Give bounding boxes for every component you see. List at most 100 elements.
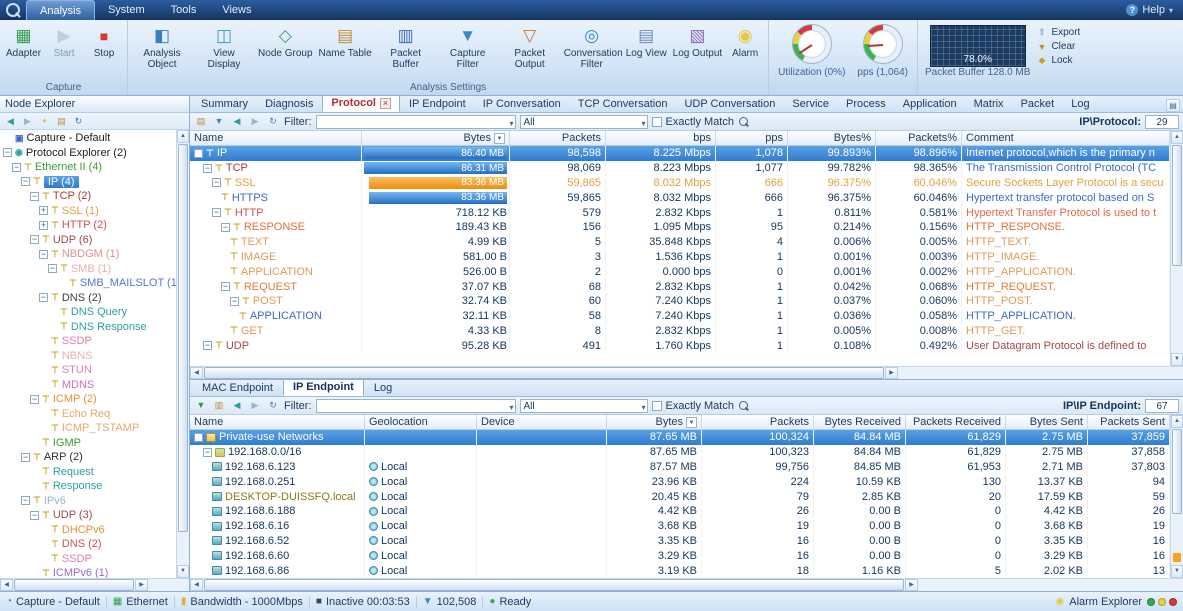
tree-item-dns-2[interactable]: −⊤DNS (2) <box>0 291 176 306</box>
forward-icon[interactable]: ▶ <box>248 399 262 412</box>
protocol-row-get[interactable]: ⊤GET4.33 KB82.832 Kbps10.005%0.008%HTTP_… <box>190 324 1170 339</box>
tree-item-icmp-tstamp[interactable]: ⊤ICMP_TSTAMP <box>0 421 176 436</box>
ribbon-button-adapter[interactable]: ▦Adapter <box>3 22 44 60</box>
ribbon-button-name-table[interactable]: ▤Name Table <box>316 22 375 60</box>
endpoint-vscrollbar[interactable] <box>1170 415 1183 578</box>
scroll-right-icon[interactable] <box>905 579 918 591</box>
collapse-icon[interactable]: − <box>194 433 203 442</box>
endpoint-row-192-168-6-86[interactable]: 192.168.6.86Local3.19 KB181.16 KB52.02 K… <box>190 563 1170 578</box>
collapse-icon[interactable]: − <box>21 177 30 186</box>
add-group-icon[interactable]: + <box>38 115 51 127</box>
refresh-icon[interactable]: ↻ <box>72 115 85 127</box>
tree-item-icmpv6-1[interactable]: ⊤ICMPv6 (1) <box>0 566 176 578</box>
tab-log[interactable]: Log <box>1063 97 1097 112</box>
endpoint-row-192-168-6-16[interactable]: 192.168.6.16Local3.68 KB190.00 B03.68 KB… <box>190 519 1170 534</box>
exactly-match-checkbox[interactable] <box>652 117 662 127</box>
endpoint-column-bytes-sent[interactable]: Bytes Sent <box>1006 415 1088 429</box>
endpoint-row-192-168-6-60[interactable]: 192.168.6.60Local3.29 KB160.00 B03.29 KB… <box>190 548 1170 563</box>
tree-item-ethernet-ii-4[interactable]: −⊤Ethernet II (4) <box>0 160 176 175</box>
collapse-icon[interactable]: − <box>30 511 39 520</box>
tab-udp-conversation[interactable]: UDP Conversation <box>676 97 783 112</box>
exactly-match-checkbox[interactable] <box>652 401 662 411</box>
endpoint-scroll-thumb[interactable] <box>1172 429 1182 514</box>
protocol-row-response[interactable]: −⊤RESPONSE189.43 KB1561.095 Mbps950.214%… <box>190 220 1170 235</box>
expand-icon[interactable]: + <box>39 221 48 230</box>
tab-tcp-conversation[interactable]: TCP Conversation <box>570 97 676 112</box>
protocol-column-bytes[interactable]: Bytes <box>362 131 510 145</box>
protocol-column-packets[interactable]: Packets <box>510 131 606 145</box>
endpoint-row-desktop-duissfq-local[interactable]: DESKTOP-DUISSFQ.localLocal20.45 KB792.85… <box>190 489 1170 504</box>
tab-ip-conversation[interactable]: IP Conversation <box>475 97 569 112</box>
tree-item-ssdp[interactable]: ⊤SSDP <box>0 552 176 567</box>
protocol-row-text[interactable]: ⊤TEXT4.99 KB535.848 Kbps40.006%0.005%HTT… <box>190 235 1170 250</box>
tree-item-udp-3[interactable]: −⊤UDP (3) <box>0 508 176 523</box>
ribbon-button-lock[interactable]: ◆Lock <box>1036 55 1080 66</box>
endpoint-hscrollbar[interactable] <box>190 578 1183 591</box>
protocol-row-image[interactable]: ⊤IMAGE581.00 B31.536 Kbps10.001%0.003%HT… <box>190 250 1170 265</box>
tab-list-icon[interactable] <box>1166 99 1180 112</box>
protocol-row-ssl[interactable]: −⊤SSL83.36 MB59,8658.032 Mbps66696.375%6… <box>190 176 1170 191</box>
tree-item-arp-2[interactable]: −⊤ARP (2) <box>0 450 176 465</box>
tree-item-smb-1[interactable]: −⊤SMB (1) <box>0 262 176 277</box>
scroll-down-icon[interactable] <box>1171 565 1183 578</box>
menu-tab-views[interactable]: Views <box>209 0 264 20</box>
endpoint-row-192-168-6-52[interactable]: 192.168.6.52Local3.35 KB160.00 B03.35 KB… <box>190 534 1170 549</box>
ribbon-button-analysis-object[interactable]: ◧Analysis Object <box>131 22 193 70</box>
collapse-icon[interactable]: − <box>3 148 12 157</box>
collapse-icon[interactable]: − <box>12 163 21 172</box>
ribbon-button-capture-filter[interactable]: ▼Capture Filter <box>437 22 499 70</box>
protocol-row-application[interactable]: ⊤APPLICATION526.00 B20.000 bps00.001%0.0… <box>190 264 1170 279</box>
protocol-row-udp[interactable]: −⊤UDP95.28 KB4911.760 Kbps10.108%0.492%U… <box>190 338 1170 353</box>
tree-item-request[interactable]: ⊤Request <box>0 465 176 480</box>
protocol-row-http[interactable]: −⊤HTTP718.12 KB5792.832 Kbps10.811%0.581… <box>190 205 1170 220</box>
collapse-icon[interactable]: − <box>221 223 230 232</box>
tree-item-ssdp[interactable]: ⊤SSDP <box>0 334 176 349</box>
tree-item-udp-6[interactable]: −⊤UDP (6) <box>0 233 176 248</box>
scroll-up-icon[interactable] <box>177 130 189 143</box>
filter-scope-select[interactable]: All <box>520 115 648 129</box>
ribbon-button-node-group[interactable]: ◇Node Group <box>255 22 315 60</box>
close-icon[interactable]: × <box>380 98 391 109</box>
tree-item-ip-4[interactable]: −⊤IP (4) <box>0 175 176 190</box>
tree-item-dhcpv6[interactable]: ⊤DHCPv6 <box>0 523 176 538</box>
edit-filter-icon[interactable]: ▼ <box>212 115 226 128</box>
tree-item-mdns[interactable]: ⊤MDNS <box>0 378 176 393</box>
endpoint-column-geolocation[interactable]: Geolocation <box>365 415 477 429</box>
collapse-icon[interactable]: − <box>39 250 48 259</box>
endpoint-row-private-use-networks[interactable]: −Private-use Networks87.65 MB100,32484.8… <box>190 430 1170 445</box>
ribbon-button-clear[interactable]: ▼Clear <box>1036 41 1080 52</box>
protocol-row-request[interactable]: −⊤REQUEST37.07 KB682.832 Kbps10.042%0.06… <box>190 279 1170 294</box>
tree-hscroll-thumb[interactable] <box>14 579 134 591</box>
scroll-left-icon[interactable] <box>190 579 203 591</box>
collapse-icon[interactable]: − <box>203 448 212 457</box>
tree-scrollbar[interactable] <box>176 130 189 578</box>
endpoint-column-packets-received[interactable]: Packets Received <box>906 415 1006 429</box>
ribbon-button-stop[interactable]: ■Stop <box>84 22 124 60</box>
tab-diagnosis[interactable]: Diagnosis <box>257 97 321 112</box>
collapse-icon[interactable]: − <box>21 496 30 505</box>
tree-item-response[interactable]: ⊤Response <box>0 479 176 494</box>
tree-item-echo-req[interactable]: ⊤Echo Req <box>0 407 176 422</box>
protocol-column-bps[interactable]: bps <box>606 131 716 145</box>
protocol-column-packets[interactable]: Packets% <box>876 131 962 145</box>
tree-item-dns-response[interactable]: ⊤DNS Response <box>0 320 176 335</box>
tree-item-igmp[interactable]: ⊤IGMP <box>0 436 176 451</box>
endpoint-column-packets-sent[interactable]: Packets Sent <box>1088 415 1170 429</box>
tree-item-dns-query[interactable]: ⊤DNS Query <box>0 305 176 320</box>
tree-item-smb-mailslot-1[interactable]: ⊤SMB_MAILSLOT (1) <box>0 276 176 291</box>
endpoint-row-192-168-6-188[interactable]: 192.168.6.188Local4.42 KB260.00 B04.42 K… <box>190 504 1170 519</box>
ribbon-button-start[interactable]: ▶Start <box>44 22 84 60</box>
endpoint-column-bytes-received[interactable]: Bytes Received <box>814 415 906 429</box>
endpoint-row-192-168-0-251[interactable]: 192.168.0.251Local23.96 KB22410.59 KB130… <box>190 474 1170 489</box>
scroll-left-icon[interactable] <box>0 579 13 591</box>
ribbon-button-alarm[interactable]: ◉Alarm <box>725 22 765 60</box>
help-button[interactable]: Help <box>1126 0 1183 20</box>
endpoint-column-device[interactable]: Device <box>477 415 607 429</box>
endpoint-column-name[interactable]: Name <box>190 415 365 429</box>
scroll-up-icon[interactable] <box>1171 131 1183 144</box>
collapse-icon[interactable]: − <box>48 264 57 273</box>
scroll-down-icon[interactable] <box>1171 353 1183 366</box>
protocol-row-ip[interactable]: −⊤IP86.40 MB98,5988.225 Mbps1,07899.893%… <box>190 146 1170 161</box>
refresh-icon[interactable]: ↻ <box>266 115 280 128</box>
protocol-column-pps[interactable]: pps <box>716 131 788 145</box>
